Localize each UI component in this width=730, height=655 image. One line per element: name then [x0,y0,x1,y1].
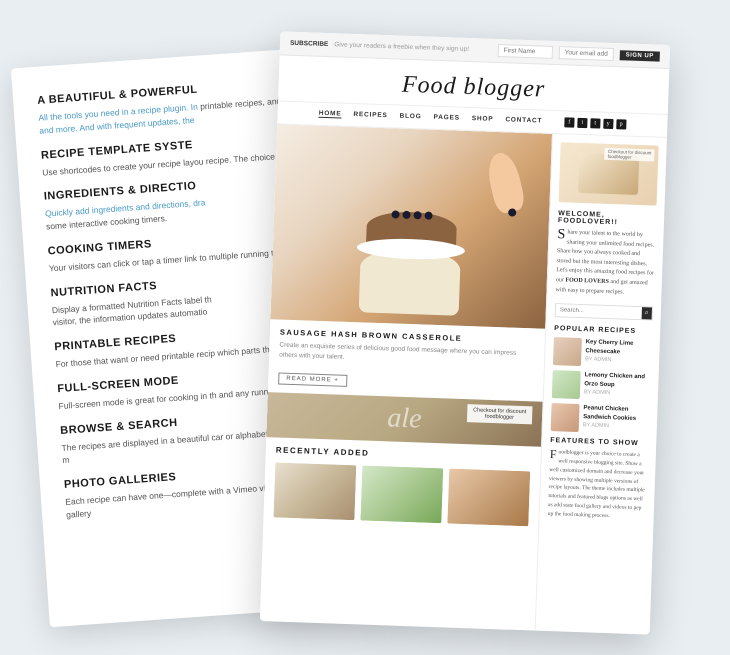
pinterest-icon[interactable]: p [616,119,626,129]
recipe-section: SAUSAGE HASH BROWN CASSEROLE Create an e… [268,319,545,401]
search-input[interactable] [556,304,642,319]
nav-recipes[interactable]: RECIPES [353,111,387,120]
hero-background [270,124,552,328]
main-content: SAUSAGE HASH BROWN CASSEROLE Create an e… [260,124,667,634]
promo-banner: ale Checkout for discount foodblogger [266,392,542,447]
popular-info-1: Key Cherry Lime Cheesecake BY ADMIN [585,338,652,364]
hand [484,150,527,215]
recipe-card-3[interactable] [447,468,530,526]
first-name-input[interactable] [497,44,552,59]
popular-info-2: Lemony Chicken and Orzo Soup BY ADMIN [584,371,651,397]
promo-badge: Checkout for discount foodblogger [467,404,533,424]
site-title: Food blogger [288,68,659,108]
sidebar-right: Checkout for discount foodblogger WELCOM… [535,134,667,635]
search-icon: ⌕ [645,309,649,317]
popular-date-2: BY ADMIN [584,389,650,397]
recipe-grid [273,462,530,526]
recipe-card-image-2 [360,465,443,523]
subscribe-label: SUBSCRIBE [290,40,329,48]
features-section: FEATURES TO SHOW F oodblogger is your ch… [548,437,649,522]
berry-4 [424,212,432,220]
sidebar-ad: Checkout for discount foodblogger [559,142,659,205]
promo-text: ale [387,402,422,435]
popular-info-3: Peanut Chicken Sandwich Cookies BY ADMIN [583,404,650,430]
features-title: FEATURES TO SHOW [550,437,648,447]
welcome-title: WELCOME, FOODLOVER!! [558,210,656,227]
berry-1 [391,210,399,218]
features-drop-cap: F [550,448,557,460]
subscribe-text: Give your readers a freebie when they si… [334,41,492,53]
popular-image-2 [552,370,581,399]
instagram-icon[interactable]: i [577,118,587,128]
content-left: SAUSAGE HASH BROWN CASSEROLE Create an e… [260,124,552,633]
search-button[interactable]: ⌕ [642,307,652,319]
cake-scene [338,162,483,327]
recipe-card-image-1 [273,462,356,520]
popular-name-3: Peanut Chicken Sandwich Cookies [583,404,650,423]
food-lovers-link: FOOD LOVERS [565,277,609,285]
drop-cap: S [557,228,565,242]
email-input[interactable] [558,46,613,61]
nav-home[interactable]: HOME [319,110,342,119]
youtube-icon[interactable]: y [603,119,613,129]
recipe-card-1[interactable] [273,462,356,520]
recently-added-section: RECENTLY ADDED [263,437,541,535]
nav-links: HOME RECIPES BLOG PAGES SHOP CONTACT [319,110,543,126]
welcome-text: S hare your talent to the world by shari… [555,228,655,299]
welcome-section: WELCOME, FOODLOVER!! S hare your talent … [555,210,656,299]
popular-name-1: Key Cherry Lime Cheesecake [585,338,652,357]
popular-image-3 [551,403,580,432]
berries [391,210,432,219]
nav-shop[interactable]: SHOP [472,115,494,124]
berry-2 [402,211,410,219]
popular-date-3: BY ADMIN [583,422,649,430]
nav-blog[interactable]: BLOG [399,113,421,122]
nav-contact[interactable]: CONTACT [505,116,542,125]
recipe-card-2[interactable] [360,465,443,523]
twitter-icon[interactable]: t [590,118,600,128]
popular-recipes-title: POPULAR RECIPES [554,325,652,335]
sidebar-ad-badge: Checkout for discount foodblogger [605,148,655,162]
nav-pages[interactable]: PAGES [433,114,460,123]
features-text: F oodblogger is your choice to create a … [548,448,648,522]
popular-recipes-section: POPULAR RECIPES Key Cherry Lime Cheeseca… [551,325,653,434]
hero-image [270,124,552,328]
front-document: SUBSCRIBE Give your readers a freebie wh… [260,31,670,634]
popular-name-2: Lemony Chicken and Orzo Soup [584,371,651,390]
search-box: ⌕ [555,303,653,320]
popular-image-1 [553,337,582,366]
recipe-card-image-3 [447,468,530,526]
popular-date-1: BY ADMIN [585,356,651,364]
popular-item-2[interactable]: Lemony Chicken and Orzo Soup BY ADMIN [552,370,651,401]
recently-added-title: RECENTLY ADDED [276,445,531,463]
read-more-button[interactable]: READ MORE + [278,372,347,386]
berry-3 [413,211,421,219]
popular-item-3[interactable]: Peanut Chicken Sandwich Cookies BY ADMIN [551,403,650,434]
popular-item-1[interactable]: Key Cherry Lime Cheesecake BY ADMIN [553,337,652,368]
sign-up-button[interactable]: SIGN UP [619,50,659,61]
facebook-icon[interactable]: f [564,117,574,127]
recipe-description: Create an exquisite series of delicious … [279,341,535,369]
social-icons: f i t y p [564,117,626,129]
